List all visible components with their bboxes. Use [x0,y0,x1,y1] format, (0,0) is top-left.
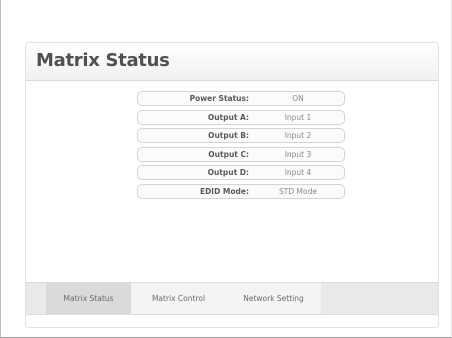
output-d-label: Output D: [207,168,249,177]
status-row-power: Power Status: ON [137,91,345,106]
status-list: Power Status: ON Output A: Input 1 Outpu… [137,91,345,202]
output-b-value: Input 2 [284,131,312,140]
output-d-value: Input 4 [284,168,312,177]
edid-mode-label: EDID Mode: [199,186,249,196]
tab-matrix-status[interactable]: Matrix Status [46,283,131,314]
matrix-status-panel: Matrix Status Power Status: ON Output A:… [25,42,439,328]
status-row-edid-mode: EDID Mode: STD Mode [137,183,345,199]
status-row-output-a: Output A: Input 1 [137,109,345,125]
panel-header: Matrix Status [26,43,438,81]
output-a-value: Input 1 [284,112,312,122]
output-c-value: Input 3 [284,149,312,159]
status-row-output-c: Output C: Input 3 [137,146,345,162]
output-a-label: Output A: [207,112,249,122]
tab-matrix-control[interactable]: Matrix Control [131,283,226,314]
page-title: Matrix Status [36,50,170,71]
status-row-output-d: Output D: Input 4 [137,165,345,180]
status-row-output-b: Output B: Input 2 [137,128,345,143]
power-status-label: Power Status: [189,94,249,103]
window-frame: Matrix Status Power Status: ON Output A:… [0,0,452,338]
tab-bar: Matrix Status Matrix Control Network Set… [26,282,438,315]
power-status-value: ON [292,94,304,103]
edid-mode-value: STD Mode [279,186,317,196]
output-b-label: Output B: [208,131,249,140]
output-c-label: Output C: [208,149,249,159]
tab-network-setting[interactable]: Network Setting [226,283,321,314]
